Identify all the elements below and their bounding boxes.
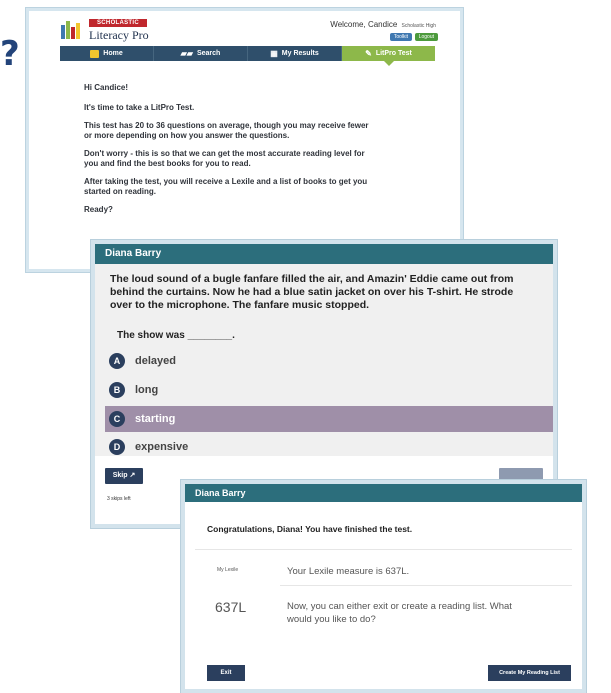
welcome-text: Welcome, Candice Scholastic High xyxy=(330,20,436,29)
answer-option-d[interactable]: D expensive xyxy=(105,434,553,460)
reading-passage: The loud sound of a bugle fanfare filled… xyxy=(110,273,514,311)
congrats-message: Congratulations, Diana! You have finishe… xyxy=(207,524,413,534)
option-letter-badge: C xyxy=(109,411,125,427)
tab-label: LitPro Test xyxy=(375,50,412,57)
next-steps-message: Now, you can either exit or create a rea… xyxy=(287,601,512,625)
school-name: Scholastic High xyxy=(401,23,436,29)
arrow-icon: ↗ xyxy=(129,472,136,479)
question-mark-decoration: ? xyxy=(0,34,20,74)
answer-option-b[interactable]: B long xyxy=(105,377,553,403)
books-logo-icon xyxy=(61,21,83,39)
app-title: Literacy Pro xyxy=(89,28,149,42)
option-text: long xyxy=(135,384,159,396)
main-nav: Home ▰▰ Search ▦ My Results ✎ LitPro Tes… xyxy=(60,46,435,66)
brand-band: SCHOLASTIC xyxy=(89,19,147,27)
intro-paragraph: This test has 20 to 36 questions on aver… xyxy=(84,121,369,140)
exit-button[interactable]: Exit xyxy=(207,665,245,681)
intro-paragraph: Ready? xyxy=(84,205,113,214)
home-icon xyxy=(90,49,100,58)
logout-button[interactable]: Logout xyxy=(414,33,438,41)
toolkit-button[interactable]: Toolkit xyxy=(389,33,412,41)
tab-label: Home xyxy=(103,50,123,57)
lexile-message: Your Lexile measure is 637L. xyxy=(287,566,410,577)
option-text: delayed xyxy=(135,355,176,367)
create-reading-list-button[interactable]: Create My Reading List xyxy=(488,665,571,681)
greeting: Hi Candice! xyxy=(84,83,129,92)
app-header: SCHOLASTIC Literacy Pro Welcome, Candice… xyxy=(29,11,460,47)
tab-search[interactable]: ▰▰ Search xyxy=(154,46,248,61)
tab-label: Search xyxy=(196,50,221,57)
intro-paragraph: Don't worry - this is so that we can get… xyxy=(84,149,365,168)
logout-label: Logout xyxy=(418,34,434,40)
option-text: starting xyxy=(135,413,176,425)
divider xyxy=(195,549,572,550)
lexile-label: My Lexile xyxy=(217,567,239,573)
tab-label: My Results xyxy=(281,50,319,57)
book-icon: ▰▰ xyxy=(180,49,193,58)
answer-option-c[interactable]: C starting xyxy=(105,406,553,432)
intro-paragraph: After taking the test, you will receive … xyxy=(84,177,368,196)
student-name-bar: Diana Barry xyxy=(95,244,553,264)
tab-home[interactable]: Home xyxy=(60,46,154,61)
option-letter-badge: D xyxy=(109,439,125,455)
skip-label: Skip xyxy=(112,472,128,479)
litpro-intro-panel: SCHOLASTIC Literacy Pro Welcome, Candice… xyxy=(26,8,463,272)
tab-my-results[interactable]: ▦ My Results xyxy=(248,46,342,61)
answer-option-a[interactable]: A delayed xyxy=(105,348,553,374)
intro-paragraph: It's time to take a LitPro Test. xyxy=(84,103,195,112)
option-text: expensive xyxy=(135,441,189,453)
skips-left-text: 3 skips left xyxy=(107,496,131,502)
question-stem: The show was ________. xyxy=(117,330,235,341)
pencil-icon: ✎ xyxy=(365,49,372,58)
toolkit-label: Toolkit xyxy=(393,34,408,40)
option-letter-badge: B xyxy=(109,382,125,398)
results-icon: ▦ xyxy=(270,49,278,58)
question-body: The loud sound of a bugle fanfare filled… xyxy=(95,264,553,456)
intro-text: Hi Candice! It's time to take a LitPro T… xyxy=(84,83,374,223)
lexile-value: 637L xyxy=(215,599,247,615)
skip-button[interactable]: Skip ↗ xyxy=(105,468,143,484)
student-name-bar: Diana Barry xyxy=(185,484,582,502)
tab-litpro-test[interactable]: ✎ LitPro Test xyxy=(342,46,435,66)
results-panel: Diana Barry Congratulations, Diana! You … xyxy=(181,480,586,693)
welcome-message: Welcome, Candice xyxy=(330,20,398,29)
divider xyxy=(280,585,572,586)
option-letter-badge: A xyxy=(109,353,125,369)
